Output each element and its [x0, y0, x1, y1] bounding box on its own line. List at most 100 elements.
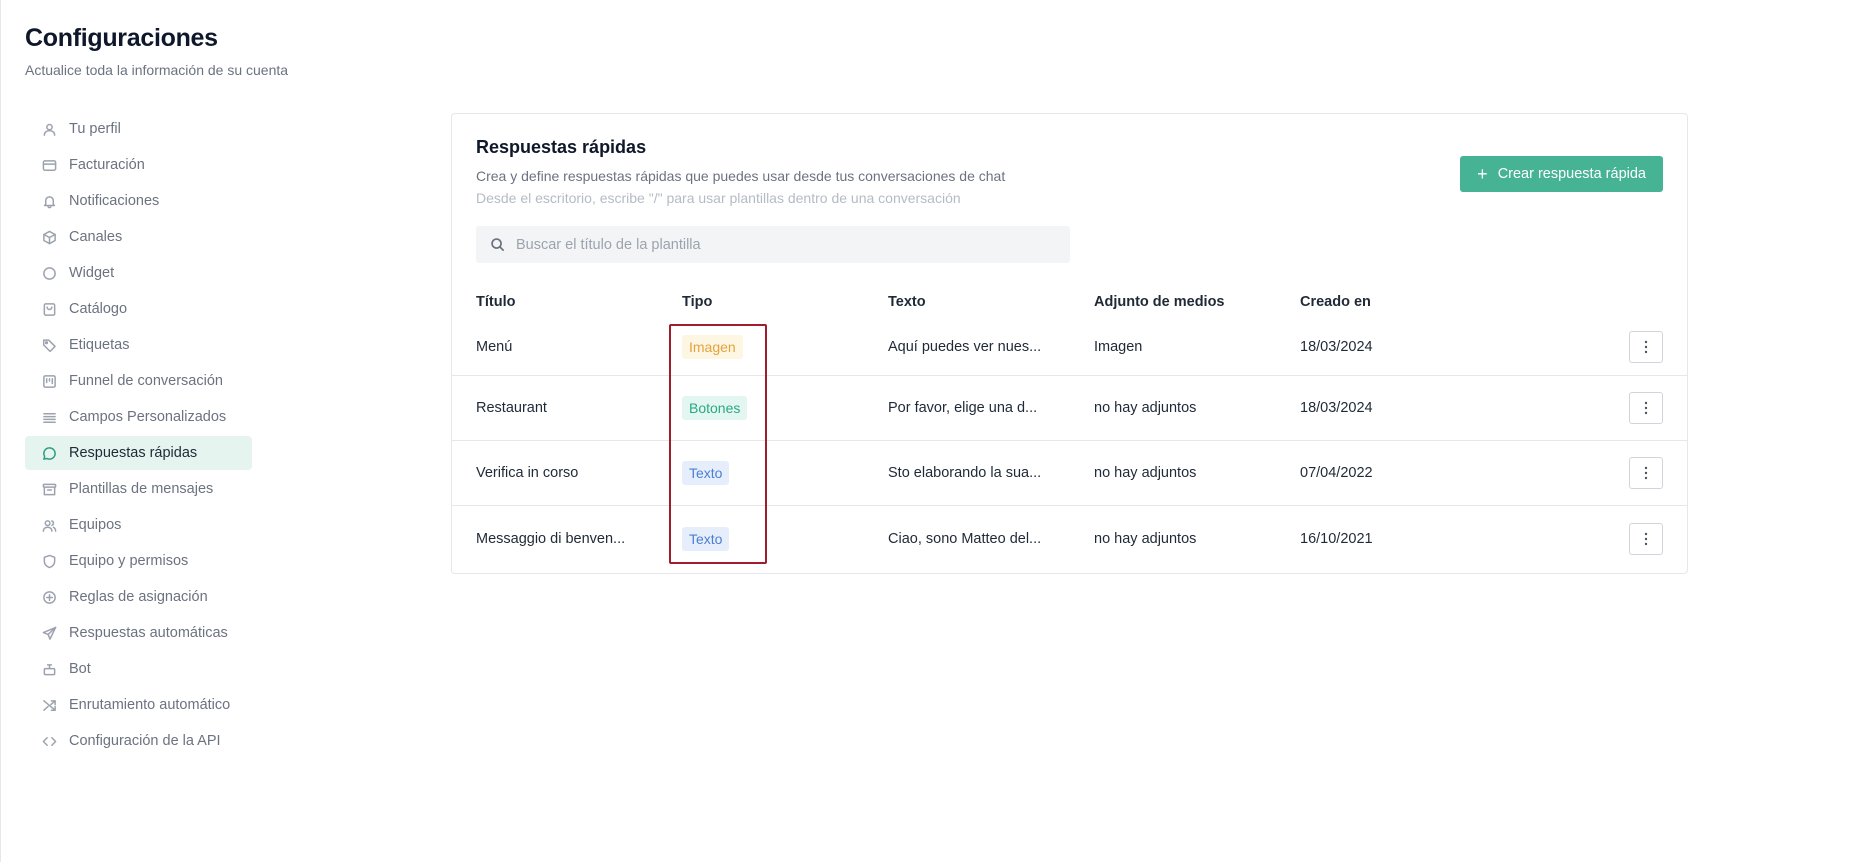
- sidebar-item-bot[interactable]: Bot: [25, 652, 252, 686]
- sidebar-item-custom-fields[interactable]: Campos Personalizados: [25, 400, 252, 434]
- row-created: 18/03/2024: [1300, 400, 1373, 416]
- row-created: 16/10/2021: [1300, 530, 1373, 547]
- search-input[interactable]: [516, 236, 1036, 253]
- shield-icon: [41, 553, 57, 569]
- page-header: Configuraciones Actualice toda la inform…: [25, 24, 288, 78]
- card-title: Respuestas rápidas: [476, 137, 647, 157]
- sidebar-item-auto-routing[interactable]: Enrutamiento automático: [25, 688, 252, 722]
- create-quick-reply-button[interactable]: + Crear respuesta rápida: [1460, 156, 1663, 192]
- row-actions-button[interactable]: [1629, 457, 1663, 489]
- row-media: Imagen: [1094, 338, 1143, 355]
- sidebar-item-profile[interactable]: Tu perfil: [25, 112, 252, 146]
- header-media: Adjunto de medios: [1094, 293, 1225, 310]
- search-icon: [491, 238, 504, 251]
- sidebar-item-label: Respuestas automáticas: [69, 625, 228, 641]
- row-title: Verifica in corso: [476, 465, 579, 481]
- row-text: Por favor, elige una d...: [888, 400, 1038, 416]
- sidebar-item-notifications[interactable]: Notificaciones: [25, 184, 252, 218]
- quick-replies-card: Respuestas rápidas Crea y define respues…: [451, 113, 1688, 574]
- row-actions-button[interactable]: [1629, 330, 1663, 363]
- code-icon: [41, 733, 57, 749]
- table-row[interactable]: Restaurant Botones Por favor, elige una …: [452, 376, 1687, 441]
- sidebar-item-api-config[interactable]: Configuración de la API: [25, 724, 252, 758]
- users-icon: [41, 517, 57, 533]
- plus-icon: +: [1477, 164, 1488, 184]
- sidebar-item-funnel[interactable]: Funnel de conversación: [25, 364, 252, 398]
- row-type: Texto: [682, 461, 730, 485]
- row-created: 07/04/2022: [1300, 465, 1373, 481]
- row-type: Texto: [682, 526, 730, 551]
- row-actions-button[interactable]: [1629, 522, 1663, 555]
- table-row[interactable]: Verifica in corso Texto Sto elaborando l…: [452, 441, 1687, 506]
- row-type: Botones: [682, 396, 748, 420]
- bot-icon: [41, 661, 57, 677]
- sidebar-item-message-templates[interactable]: Plantillas de mensajes: [25, 472, 252, 506]
- header-title: Título: [476, 293, 516, 310]
- header-created: Creado en: [1300, 293, 1371, 310]
- sidebar-item-label: Equipo y permisos: [69, 553, 189, 569]
- sidebar-item-label: Equipos: [69, 517, 122, 533]
- left-divider: [0, 0, 1, 862]
- type-badge: Botones: [682, 396, 748, 420]
- sidebar-item-label: Facturación: [69, 157, 145, 173]
- type-badge: Texto: [682, 461, 730, 485]
- sidebar-item-label: Notificaciones: [69, 193, 160, 209]
- sidebar-item-label: Campos Personalizados: [69, 409, 227, 425]
- sidebar-item-label: Plantillas de mensajes: [69, 481, 214, 497]
- more-vertical-icon: [1644, 340, 1648, 353]
- row-text: Ciao, sono Matteo del...: [888, 530, 1042, 547]
- row-title: Messaggio di benven...: [476, 530, 626, 547]
- sidebar-item-label: Respuestas rápidas: [69, 445, 198, 461]
- sidebar-item-team-permissions[interactable]: Equipo y permisos: [25, 544, 252, 578]
- sidebar-item-label: Reglas de asignación: [69, 589, 208, 605]
- shopping-bag-icon: [41, 301, 57, 317]
- template-search: [476, 226, 1070, 263]
- type-badge: Texto: [682, 526, 730, 551]
- table-row[interactable]: Menú Imagen Aquí puedes ver nues... Imag…: [452, 318, 1687, 376]
- row-actions-button[interactable]: [1629, 392, 1663, 424]
- sidebar-item-label: Catálogo: [69, 301, 128, 317]
- sidebar-item-auto-replies[interactable]: Respuestas automáticas: [25, 616, 252, 650]
- sidebar-item-label: Configuración de la API: [69, 733, 221, 749]
- archive-icon: [41, 481, 57, 497]
- table-header: Título Tipo Texto Adjunto de medios Crea…: [452, 285, 1687, 318]
- header-type: Tipo: [682, 293, 713, 310]
- row-media: no hay adjuntos: [1094, 530, 1197, 547]
- kanban-icon: [41, 373, 57, 389]
- sidebar-item-label: Tu perfil: [69, 121, 121, 137]
- card-description: Crea y define respuestas rápidas que pue…: [476, 168, 1006, 184]
- sidebar-item-label: Canales: [69, 229, 123, 245]
- tag-icon: [41, 337, 57, 353]
- more-vertical-icon: [1644, 466, 1648, 480]
- more-vertical-icon: [1644, 532, 1648, 545]
- sidebar-item-tags[interactable]: Etiquetas: [25, 328, 252, 362]
- row-title: Restaurant: [476, 400, 547, 416]
- sidebar-item-channels[interactable]: Canales: [25, 220, 252, 254]
- table-row[interactable]: Messaggio di benven... Texto Ciao, sono …: [452, 506, 1687, 571]
- row-created: 18/03/2024: [1300, 338, 1373, 355]
- row-media: no hay adjuntos: [1094, 465, 1197, 481]
- sidebar-item-label: Funnel de conversación: [69, 373, 223, 389]
- list-icon: [41, 409, 57, 425]
- page-title: Configuraciones: [25, 24, 218, 52]
- circle-icon: [41, 265, 57, 281]
- quick-replies-table: Título Tipo Texto Adjunto de medios Crea…: [452, 285, 1687, 571]
- sidebar-item-catalog[interactable]: Catálogo: [25, 292, 252, 326]
- more-vertical-icon: [1644, 401, 1648, 415]
- row-type: Imagen: [682, 334, 743, 359]
- plus-circle-icon: [41, 589, 57, 605]
- send-icon: [41, 625, 57, 641]
- card-hint: Desde el escritorio, escribe "/" para us…: [476, 190, 961, 206]
- sidebar-item-assignment-rules[interactable]: Reglas de asignación: [25, 580, 252, 614]
- create-button-label: Crear respuesta rápida: [1497, 166, 1646, 182]
- user-icon: [41, 121, 57, 137]
- row-text: Aquí puedes ver nues...: [888, 338, 1042, 355]
- sidebar-item-billing[interactable]: Facturación: [25, 148, 252, 182]
- sidebar-item-quick-replies[interactable]: Respuestas rápidas: [25, 436, 252, 470]
- sidebar-item-teams[interactable]: Equipos: [25, 508, 252, 542]
- sidebar-item-label: Enrutamiento automático: [69, 697, 231, 713]
- sidebar-item-label: Etiquetas: [69, 337, 130, 353]
- settings-sidebar: Tu perfil Facturación Notificaciones Can…: [25, 112, 252, 760]
- page-subtitle: Actualice toda la información de su cuen…: [25, 62, 289, 78]
- sidebar-item-widget[interactable]: Widget: [25, 256, 252, 290]
